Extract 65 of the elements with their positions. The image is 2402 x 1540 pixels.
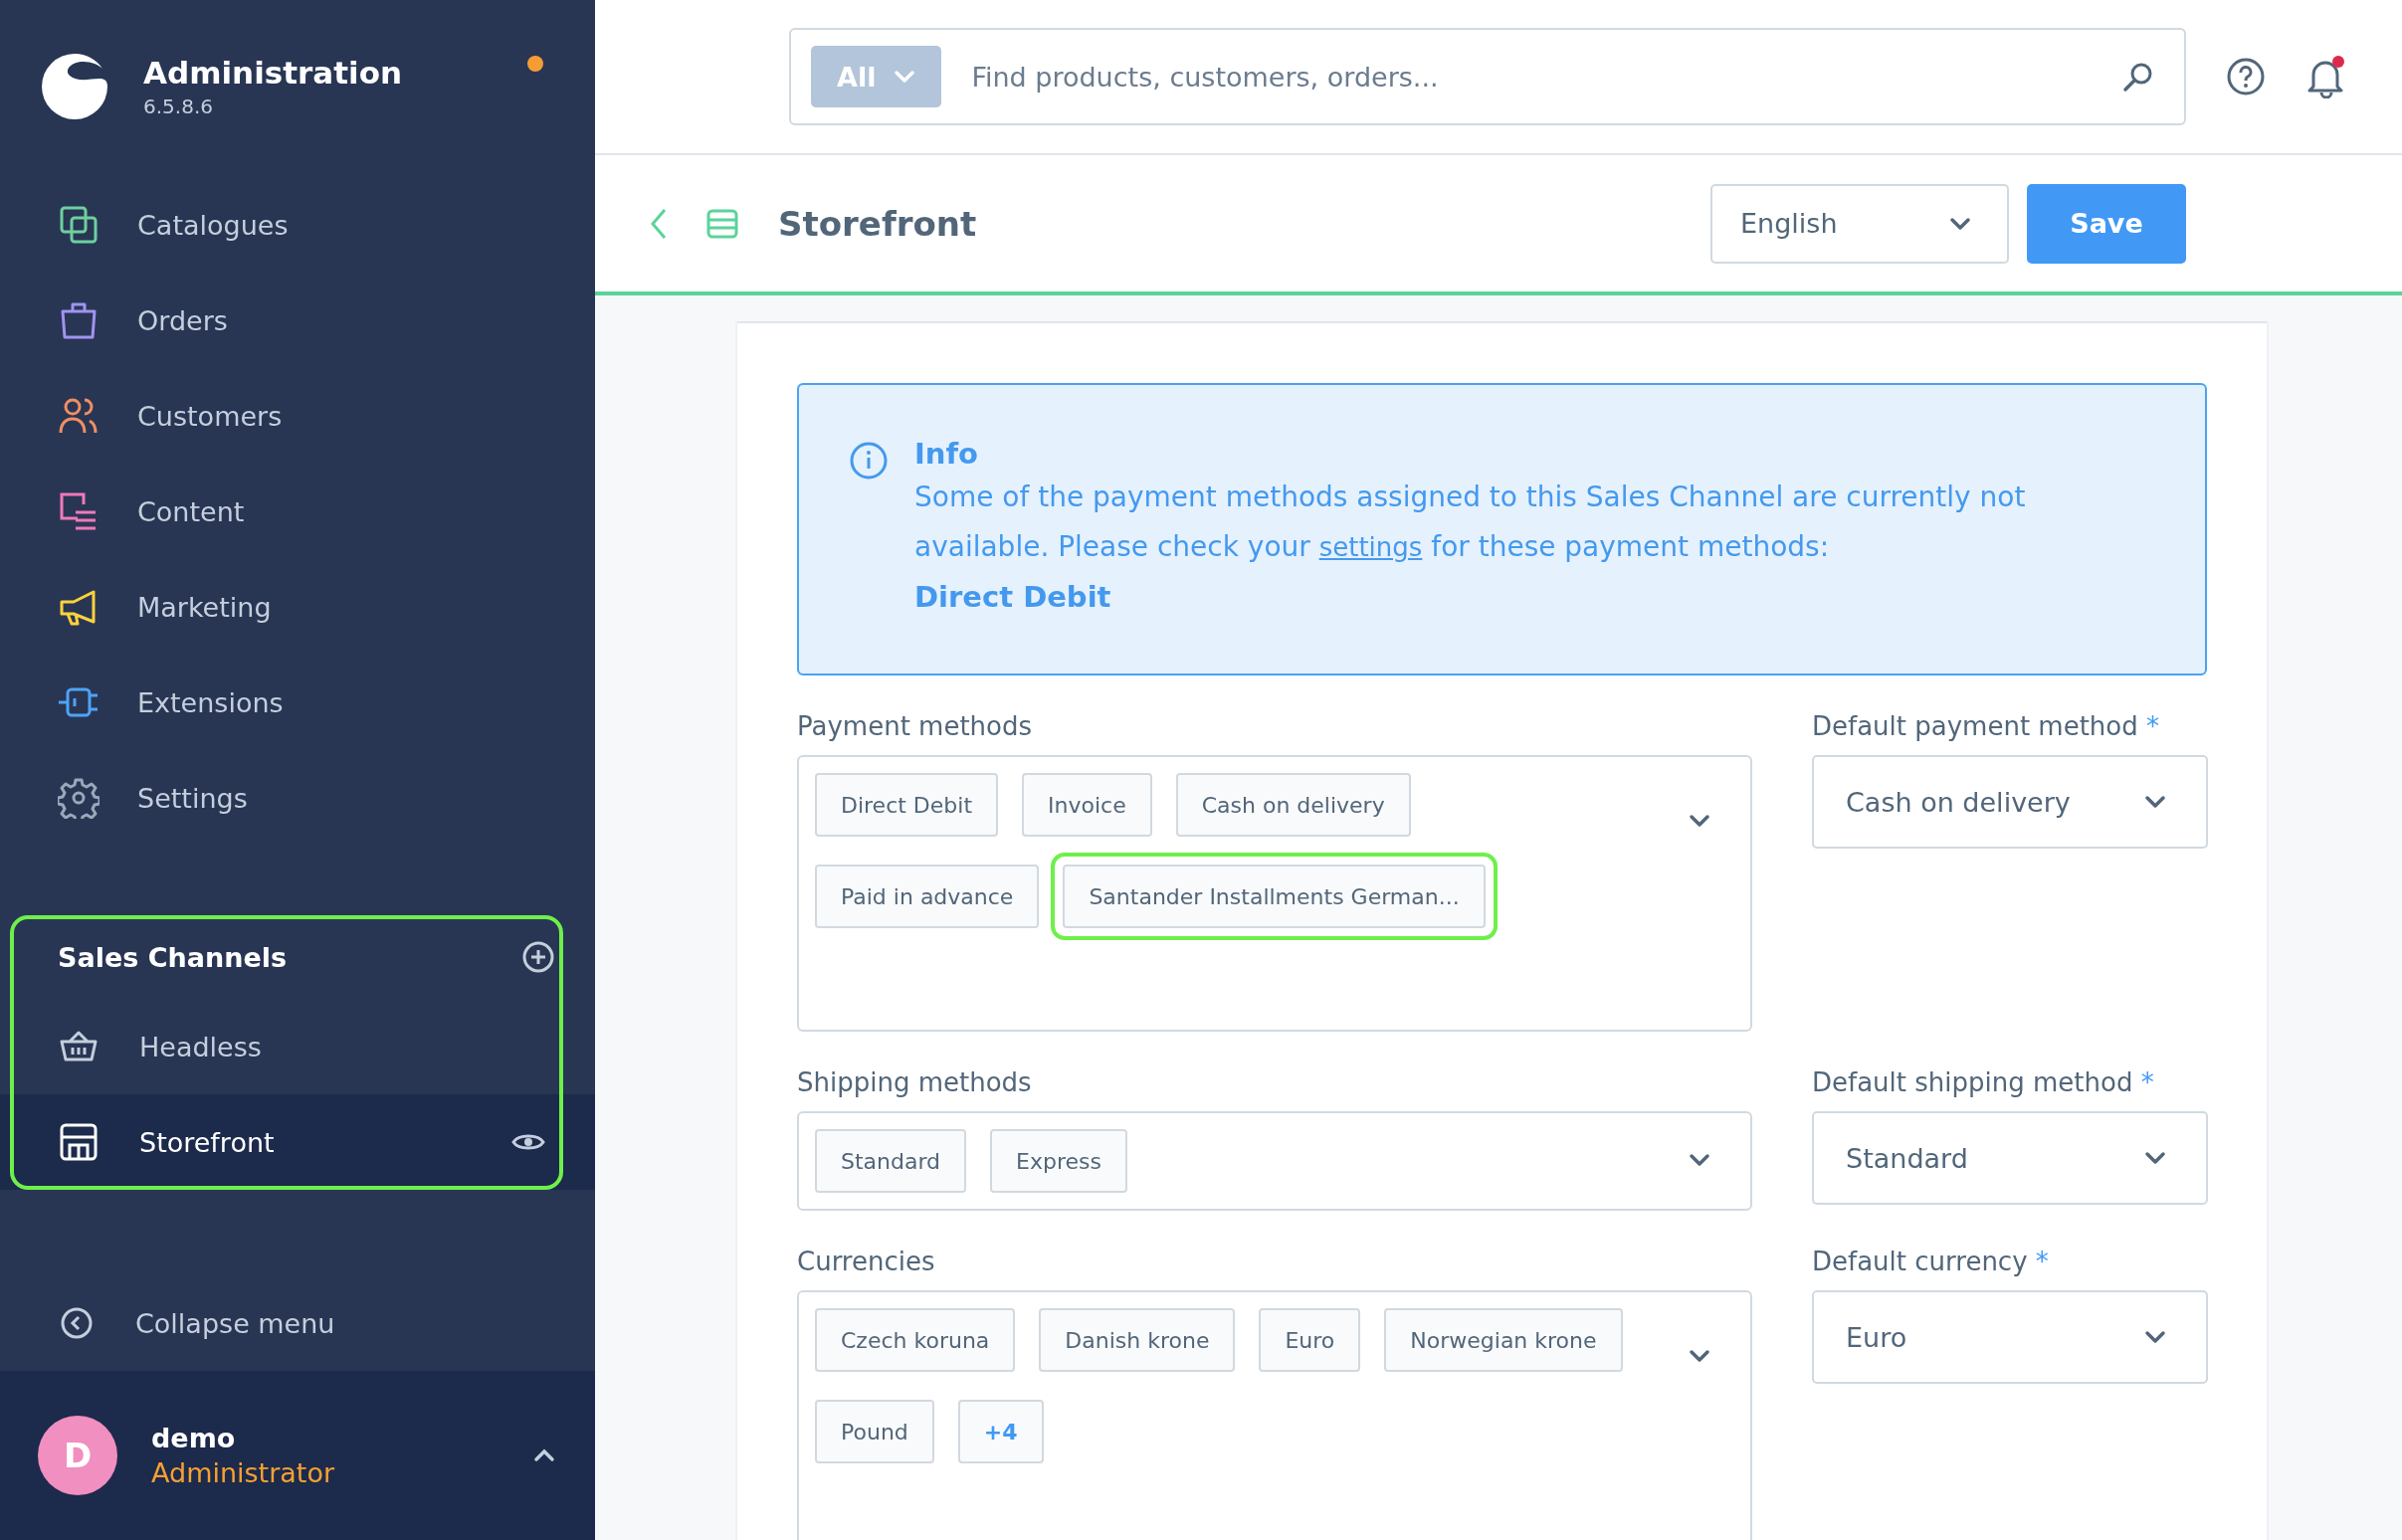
more-tag: +4 xyxy=(957,1400,1044,1463)
nav-item[interactable]: Extensions xyxy=(0,655,595,750)
field-label: Shipping methods xyxy=(797,1067,1033,1097)
chevron-down-icon xyxy=(1689,814,1710,828)
selected-tag: Santander Installments German... xyxy=(1063,865,1486,928)
sales-channel-item[interactable]: Headless xyxy=(0,999,595,1094)
selected-tag: Paid in advance xyxy=(815,865,1040,928)
info-icon xyxy=(849,441,889,481)
page-title: Storefront xyxy=(778,203,978,244)
chevron-down-icon xyxy=(1689,1152,1710,1167)
nav-item[interactable]: Catalogues xyxy=(0,177,595,273)
nav-item[interactable]: Customers xyxy=(0,368,595,464)
field-label: Default shipping method * xyxy=(1812,1067,2155,1097)
selected-tag: Standard xyxy=(815,1129,967,1193)
unavailable-method: Direct Debit xyxy=(914,579,1112,616)
user-name: demo xyxy=(151,1423,237,1453)
multi-select-field[interactable]: Czech koruna Danish krone Euro Norwegian krone Pound +4 xyxy=(797,1290,1752,1540)
add-circle-icon[interactable] xyxy=(521,940,555,974)
field-label: Default payment method * xyxy=(1812,711,2161,741)
chevron-down-icon xyxy=(2144,1151,2166,1165)
sales-channel-item[interactable]: Storefront xyxy=(0,1094,595,1190)
nav-item[interactable]: Settings xyxy=(0,750,595,846)
info-title: Info xyxy=(914,437,979,471)
selected-tag: Invoice xyxy=(1022,773,1152,837)
section-title: Sales Channels xyxy=(58,941,288,973)
nav-item[interactable]: Orders xyxy=(0,273,595,368)
chevron-down-icon xyxy=(894,70,916,84)
chevron-down-icon xyxy=(1689,1349,1710,1363)
chevron-down-icon xyxy=(2144,795,2166,809)
app-name: Administration xyxy=(143,55,404,91)
user-role: Administrator xyxy=(151,1457,336,1488)
chevron-down-icon xyxy=(2144,1330,2166,1344)
list-icon xyxy=(706,208,738,239)
field-label: Currencies xyxy=(797,1247,936,1276)
chevron-up-icon[interactable] xyxy=(533,1448,555,1462)
selected-tag: Pound xyxy=(815,1400,934,1463)
nav-item[interactable]: Content xyxy=(0,464,595,559)
selected-tag: Norwegian krone xyxy=(1384,1308,1623,1372)
selected-tag: Danish krone xyxy=(1039,1308,1236,1372)
select-field[interactable]: Standard xyxy=(1812,1111,2208,1205)
multi-select-field[interactable]: Direct Debit Invoice Cash on delivery Paid in advance Santander Installments German... xyxy=(797,755,1752,1032)
select-field[interactable]: Cash on delivery xyxy=(1812,755,2208,849)
chevron-down-icon xyxy=(1949,216,1971,231)
collapse-menu-button[interactable]: Collapse menu xyxy=(0,1275,595,1371)
multi-select-field[interactable]: Standard Express xyxy=(797,1111,1752,1211)
status-dot xyxy=(527,56,543,72)
field-label: Payment methods xyxy=(797,711,1034,741)
store-icon xyxy=(58,1121,100,1163)
selected-tag: Euro xyxy=(1259,1308,1361,1372)
nav-item[interactable]: Marketing xyxy=(0,559,595,655)
bell-icon[interactable] xyxy=(2305,55,2347,98)
select-field[interactable]: Euro xyxy=(1812,1290,2208,1384)
chevron-left-circle-icon xyxy=(60,1306,94,1340)
info-message: Some of the payment methods assigned to this Sales Channel are currently not available. Please check your settings for these payment methods: xyxy=(914,480,2027,565)
search-icon[interactable] xyxy=(2122,61,2154,93)
selected-tag: Direct Debit xyxy=(815,773,999,837)
avatar: D xyxy=(38,1416,117,1495)
help-icon[interactable] xyxy=(2226,57,2266,96)
selected-tag: Cash on delivery xyxy=(1175,773,1411,837)
selected-tag: Czech koruna xyxy=(815,1308,1016,1372)
selected-tag: Express xyxy=(990,1129,1127,1193)
language-select[interactable]: English xyxy=(1710,183,2009,264)
version-label: 6.5.8.6 xyxy=(143,95,214,118)
logo-icon xyxy=(40,52,109,121)
field-label: Default currency * xyxy=(1812,1247,2050,1276)
